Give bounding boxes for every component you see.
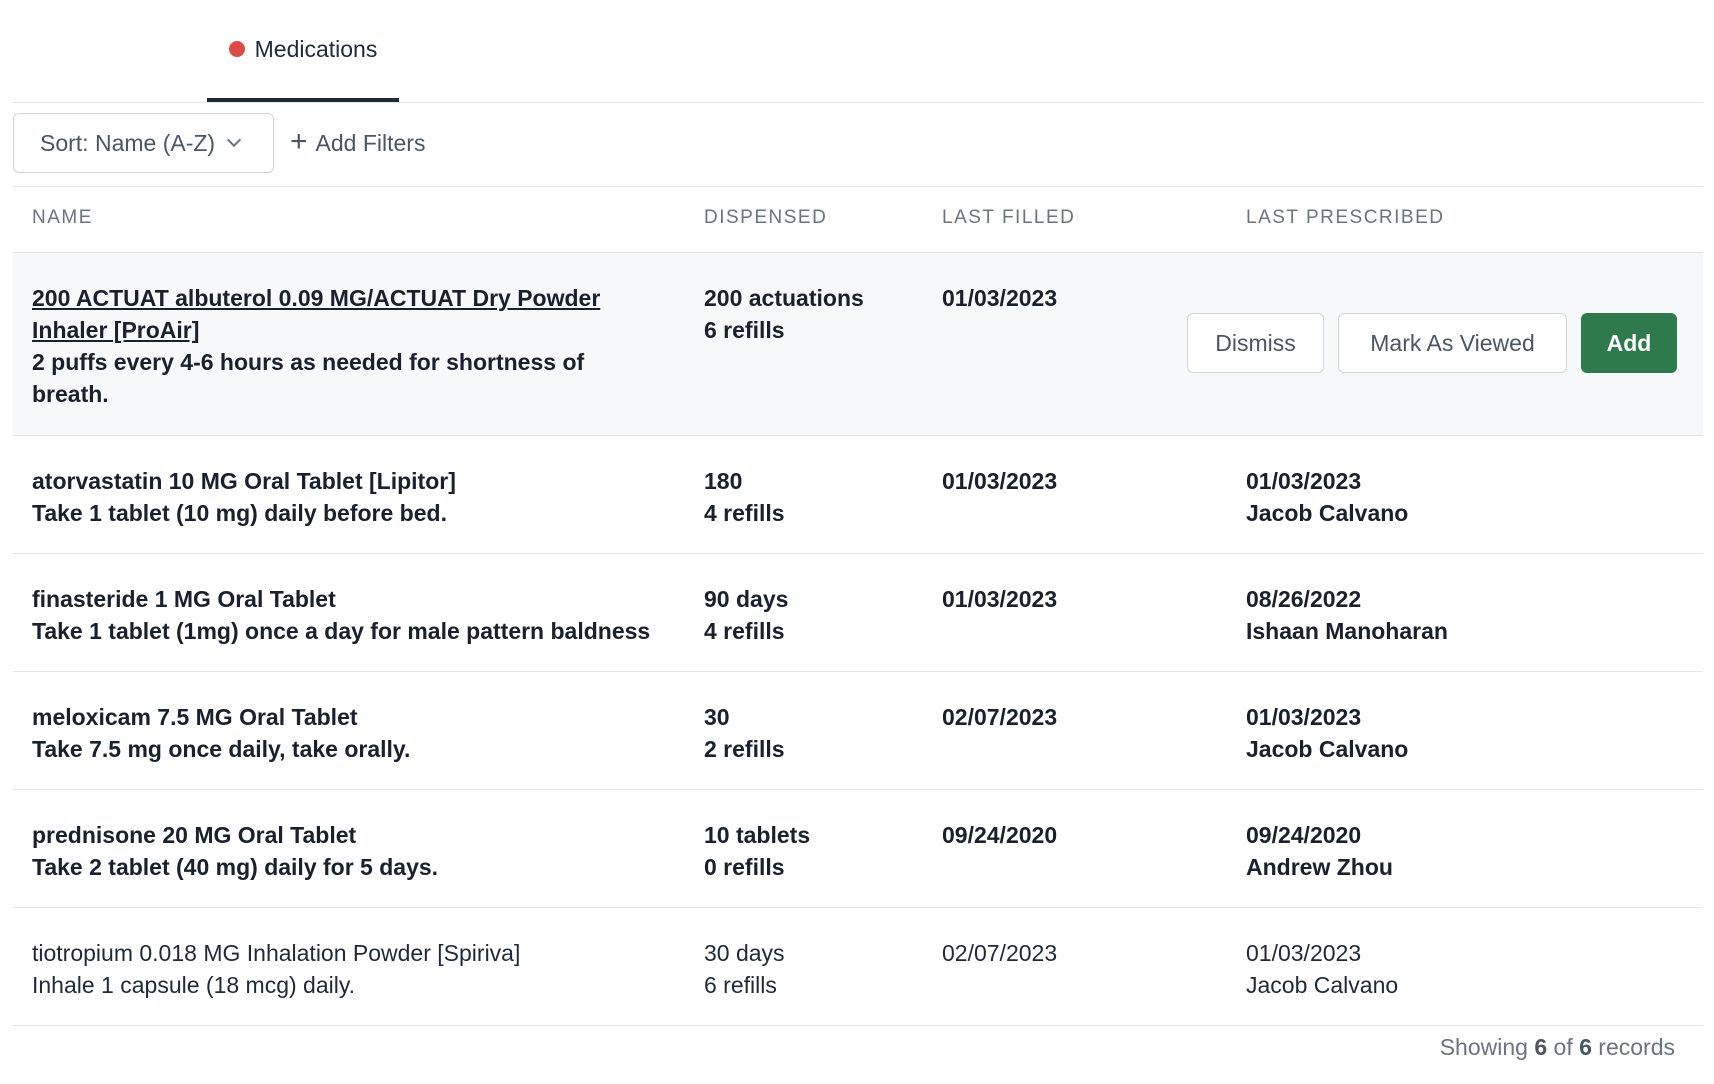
medication-name: meloxicam 7.5 MG Oral Tablet: [32, 704, 358, 730]
dispensed-quantity: 10 tablets: [704, 822, 811, 848]
last-prescribed-date: 01/03/2023: [1246, 704, 1362, 730]
chevron-down-icon: [227, 132, 242, 148]
mark-as-viewed-button[interactable]: Mark As Viewed: [1338, 313, 1567, 373]
last-prescribed-date: 08/26/2022: [1246, 586, 1362, 612]
column-header-last-filled[interactable]: LAST FILLED: [942, 207, 1075, 229]
last-filled-date: 02/07/2023: [942, 704, 1058, 730]
last-filled-date: 01/03/2023: [942, 586, 1058, 612]
table-row[interactable]: meloxicam 7.5 MG Oral Tablet Take 7.5 mg…: [13, 672, 1703, 790]
last-filled-cell: 01/03/2023: [942, 465, 1162, 497]
sort-label: Sort: Name (A-Z): [40, 129, 216, 156]
row-actions: Dismiss Mark As Viewed Add: [1187, 313, 1677, 373]
records-shown: 6: [1534, 1034, 1548, 1060]
last-filled-cell: 02/07/2023: [942, 937, 1162, 969]
last-prescribed-date: 01/03/2023: [1246, 940, 1362, 966]
last-prescribed-cell: 01/03/2023 Jacob Calvano: [1246, 465, 1646, 529]
refills-count: 4 refills: [704, 500, 785, 526]
last-filled-cell: 01/03/2023: [942, 282, 1162, 314]
table-row: 200 ACTUAT albuterol 0.09 MG/ACTUAT Dry …: [13, 253, 1703, 436]
records-of: of: [1553, 1034, 1573, 1060]
records-prefix: Showing: [1439, 1034, 1528, 1060]
column-header-name[interactable]: NAME: [32, 207, 93, 229]
medication-instructions: Take 7.5 mg once daily, take orally.: [32, 736, 411, 762]
toolbar: Sort: Name (A-Z) + Add Filters: [13, 102, 1703, 187]
dispensed-cell: 90 days 4 refills: [704, 583, 924, 647]
table-row[interactable]: tiotropium 0.018 MG Inhalation Powder [S…: [13, 908, 1703, 1026]
table-row[interactable]: atorvastatin 10 MG Oral Tablet [Lipitor]…: [13, 436, 1703, 554]
add-filters-button[interactable]: + Add Filters: [290, 113, 425, 173]
prescriber-name: Ishaan Manoharan: [1246, 618, 1448, 644]
dispensed-quantity: 200 actuations: [704, 285, 864, 311]
refills-count: 6 refills: [704, 972, 777, 998]
refills-count: 0 refills: [704, 854, 785, 880]
medication-instructions: Take 2 tablet (40 mg) daily for 5 days.: [32, 854, 439, 880]
dispensed-quantity: 90 days: [704, 586, 789, 612]
last-prescribed-cell: 08/26/2022 Ishaan Manoharan: [1246, 583, 1646, 647]
refills-count: 2 refills: [704, 736, 785, 762]
last-filled-cell: 01/03/2023: [942, 583, 1162, 615]
medication-name-cell: 200 ACTUAT albuterol 0.09 MG/ACTUAT Dry …: [32, 282, 632, 410]
last-filled-date: 01/03/2023: [942, 468, 1058, 494]
dispensed-cell: 180 4 refills: [704, 465, 924, 529]
tab-bar: Medications: [13, 0, 1703, 103]
records-count: Showing 6 of 6 records: [11, 1034, 1701, 1061]
prescriber-name: Jacob Calvano: [1246, 972, 1399, 998]
dispensed-cell: 10 tablets 0 refills: [704, 819, 924, 883]
plus-icon: +: [290, 124, 308, 158]
records-total: 6: [1579, 1034, 1592, 1060]
dispensed-quantity: 30: [704, 704, 730, 730]
last-prescribed-date: 09/24/2020: [1246, 822, 1362, 848]
medication-name-cell: prednisone 20 MG Oral Tablet Take 2 tabl…: [32, 819, 672, 883]
prescriber-name: Andrew Zhou: [1246, 854, 1393, 880]
prescriber-name: Jacob Calvano: [1246, 500, 1409, 526]
dispensed-quantity: 30 days: [704, 940, 785, 966]
status-dot-icon: [228, 41, 245, 57]
table-row[interactable]: finasteride 1 MG Oral Tablet Take 1 tabl…: [13, 554, 1703, 672]
dispensed-cell: 30 days 6 refills: [704, 937, 924, 1001]
medication-name: atorvastatin 10 MG Oral Tablet [Lipitor]: [32, 468, 456, 494]
table-header: NAME DISPENSED LAST FILLED LAST PRESCRIB…: [13, 187, 1703, 253]
records-suffix: records: [1598, 1034, 1675, 1060]
medication-name-cell: atorvastatin 10 MG Oral Tablet [Lipitor]…: [32, 465, 672, 529]
last-filled-cell: 02/07/2023: [942, 701, 1162, 733]
add-button[interactable]: Add: [1581, 313, 1677, 373]
last-filled-date: 02/07/2023: [942, 940, 1058, 966]
dispensed-quantity: 180: [704, 468, 743, 494]
last-prescribed-date: 01/03/2023: [1246, 468, 1362, 494]
medication-name-cell: meloxicam 7.5 MG Oral Tablet Take 7.5 mg…: [32, 701, 672, 765]
column-header-dispensed[interactable]: DISPENSED: [704, 207, 827, 229]
last-filled-cell: 09/24/2020: [942, 819, 1162, 851]
tab-label: Medications: [254, 35, 378, 62]
medication-name-cell: finasteride 1 MG Oral Tablet Take 1 tabl…: [32, 583, 672, 647]
medication-name-cell: tiotropium 0.018 MG Inhalation Powder [S…: [32, 937, 672, 1001]
add-filters-label: Add Filters: [315, 129, 426, 156]
medication-name: finasteride 1 MG Oral Tablet: [32, 586, 336, 612]
medication-instructions: Take 1 tablet (1mg) once a day for male …: [32, 618, 651, 644]
column-header-last-prescribed[interactable]: LAST PRESCRIBED: [1246, 207, 1444, 229]
sort-dropdown[interactable]: Sort: Name (A-Z): [13, 113, 274, 173]
medications-table: NAME DISPENSED LAST FILLED LAST PRESCRIB…: [13, 187, 1703, 1026]
medication-name: prednisone 20 MG Oral Tablet: [32, 822, 357, 848]
prescriber-name: Jacob Calvano: [1246, 736, 1409, 762]
last-prescribed-cell: 01/03/2023 Jacob Calvano: [1246, 701, 1646, 765]
medication-name-link[interactable]: 200 ACTUAT albuterol 0.09 MG/ACTUAT Dry …: [32, 282, 632, 346]
last-prescribed-cell: 09/24/2020 Andrew Zhou: [1246, 819, 1646, 883]
tab-medications[interactable]: Medications: [207, 0, 399, 102]
medications-page: Medications Sort: Name (A-Z) + Add Filte…: [0, 0, 1714, 1084]
last-filled-date: 09/24/2020: [942, 822, 1058, 848]
medication-instructions: Take 1 tablet (10 mg) daily before bed.: [32, 500, 447, 526]
medication-name: tiotropium 0.018 MG Inhalation Powder [S…: [32, 940, 521, 966]
last-prescribed-cell: 01/03/2023 Jacob Calvano: [1246, 937, 1646, 1001]
table-row[interactable]: prednisone 20 MG Oral Tablet Take 2 tabl…: [13, 790, 1703, 908]
dispensed-cell: 200 actuations 6 refills: [704, 282, 924, 346]
refills-count: 4 refills: [704, 618, 785, 644]
medication-instructions: Inhale 1 capsule (18 mcg) daily.: [32, 972, 356, 998]
last-filled-date: 01/03/2023: [942, 285, 1058, 311]
refills-count: 6 refills: [704, 317, 785, 343]
dismiss-button[interactable]: Dismiss: [1187, 313, 1324, 373]
dispensed-cell: 30 2 refills: [704, 701, 924, 765]
medication-instructions: 2 puffs every 4-6 hours as needed for sh…: [32, 349, 585, 407]
